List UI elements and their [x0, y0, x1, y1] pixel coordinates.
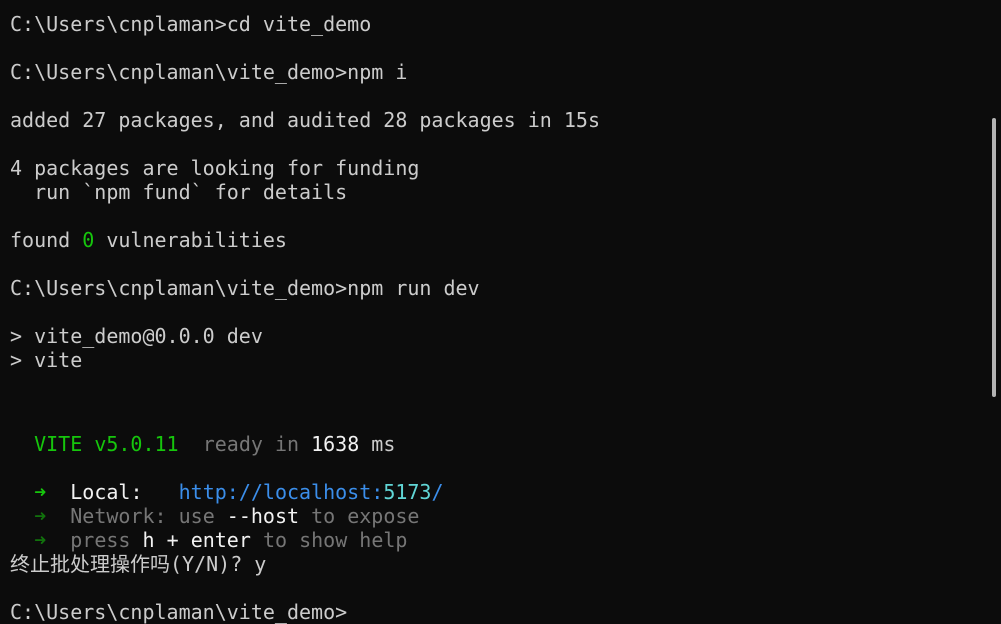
ready-in-label: ready in [202, 432, 300, 456]
ready-ms-value: 1638 [311, 432, 360, 456]
help-hint-line: ➜ press h + enter to show help [10, 528, 985, 552]
network-host-flag: --host [226, 504, 300, 528]
script-name-line: > vite_demo@0.0.0 dev [10, 324, 263, 348]
ready-ms-unit: ms [371, 432, 396, 456]
key-h: h [142, 528, 155, 552]
batch-terminate-prompt: 终止批处理操作吗(Y/N)? y [10, 552, 267, 576]
local-url-prefix: http://localhost: [178, 480, 384, 504]
network-use: use [178, 504, 215, 528]
press-label: press [70, 528, 131, 552]
cmd-cd-line: C:\Users\cnplaman>cd vite_demo [10, 12, 372, 36]
cmd-npm-i-line: C:\Users\cnplaman\vite_demo>npm i [10, 60, 408, 84]
cmd-npm-run-dev-line: C:\Users\cnplaman\vite_demo>npm run dev [10, 276, 480, 300]
network-label: Network: [70, 504, 167, 528]
press-rest: to show help [262, 528, 408, 552]
script-command-line: > vite [10, 348, 83, 372]
scrollbar-track[interactable] [987, 0, 1001, 613]
final-prompt-line[interactable]: C:\Users\cnplaman\vite_demo> [10, 600, 985, 624]
vuln-suffix: vulnerabilities [94, 228, 287, 252]
terminal-output[interactable]: C:\Users\cnplaman>cd vite_demo C:\Users\… [10, 12, 985, 624]
npm-added-line: added 27 packages, and audited 28 packag… [10, 108, 601, 132]
key-plus: + [166, 528, 179, 552]
key-enter: enter [190, 528, 251, 552]
network-line: ➜ Network: use --host to expose [10, 504, 985, 528]
local-url-suffix: / [431, 480, 444, 504]
npm-fund-hint-line: run `npm fund` for details [10, 180, 348, 204]
local-url-port: 5173 [383, 480, 432, 504]
scrollbar-thumb[interactable] [992, 118, 996, 397]
local-url[interactable]: http://localhost:5173/ [179, 480, 444, 504]
vulnerabilities-line: found 0 vulnerabilities [10, 228, 985, 252]
arrow-right-icon: ➜ [34, 480, 47, 504]
arrow-right-icon: ➜ [34, 528, 47, 552]
vite-ready-line: VITE v5.0.11 ready in 1638 ms [10, 432, 985, 456]
arrow-right-icon: ➜ [34, 504, 47, 528]
local-label: Local: [70, 480, 143, 504]
vuln-prefix: found [10, 228, 83, 252]
local-url-line: ➜ Local: http://localhost:5173/ [10, 480, 985, 504]
vuln-count: 0 [82, 228, 95, 252]
vite-version: v5.0.11 [94, 432, 179, 456]
funding-line: 4 packages are looking for funding [10, 156, 420, 180]
network-rest: to expose [311, 504, 420, 528]
vite-name: VITE [34, 432, 83, 456]
